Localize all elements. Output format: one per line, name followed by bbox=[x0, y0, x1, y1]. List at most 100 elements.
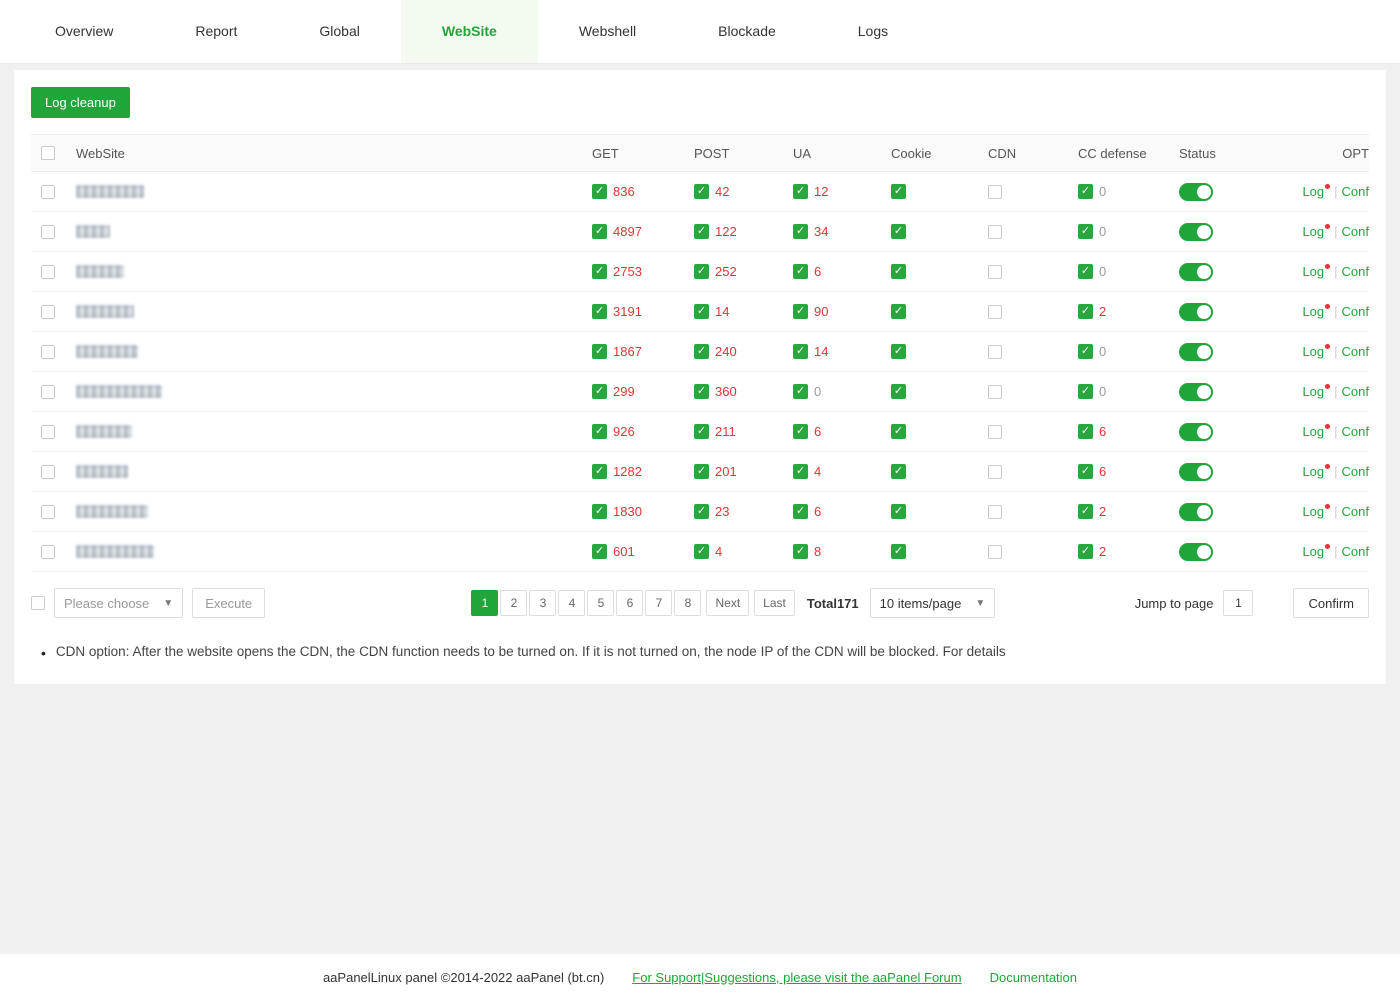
row-checkbox[interactable] bbox=[41, 225, 55, 239]
ua-check-icon[interactable]: ✓ bbox=[793, 184, 808, 199]
tab-report[interactable]: Report bbox=[154, 0, 278, 63]
cdn-checkbox[interactable] bbox=[988, 185, 1002, 199]
post-check-icon[interactable]: ✓ bbox=[694, 384, 709, 399]
conf-link[interactable]: Conf bbox=[1342, 504, 1369, 519]
status-toggle[interactable] bbox=[1179, 183, 1213, 201]
row-checkbox[interactable] bbox=[41, 185, 55, 199]
row-checkbox[interactable] bbox=[41, 465, 55, 479]
row-checkbox[interactable] bbox=[41, 265, 55, 279]
get-check-icon[interactable]: ✓ bbox=[592, 304, 607, 319]
conf-link[interactable]: Conf bbox=[1342, 464, 1369, 479]
cookie-check-icon[interactable]: ✓ bbox=[891, 344, 906, 359]
row-checkbox[interactable] bbox=[41, 545, 55, 559]
ua-check-icon[interactable]: ✓ bbox=[793, 264, 808, 279]
conf-link[interactable]: Conf bbox=[1342, 424, 1369, 439]
jump-to-page-input[interactable] bbox=[1223, 590, 1253, 616]
execute-button[interactable]: Execute bbox=[192, 588, 265, 618]
conf-link[interactable]: Conf bbox=[1342, 184, 1369, 199]
tab-global[interactable]: Global bbox=[278, 0, 400, 63]
get-check-icon[interactable]: ✓ bbox=[592, 424, 607, 439]
post-check-icon[interactable]: ✓ bbox=[694, 304, 709, 319]
cc-defense-check-icon[interactable]: ✓ bbox=[1078, 304, 1093, 319]
cc-defense-check-icon[interactable]: ✓ bbox=[1078, 504, 1093, 519]
select-all-checkbox[interactable] bbox=[41, 146, 55, 160]
cdn-checkbox[interactable] bbox=[988, 345, 1002, 359]
ua-check-icon[interactable]: ✓ bbox=[793, 384, 808, 399]
cc-defense-check-icon[interactable]: ✓ bbox=[1078, 224, 1093, 239]
cdn-checkbox[interactable] bbox=[988, 545, 1002, 559]
post-check-icon[interactable]: ✓ bbox=[694, 464, 709, 479]
conf-link[interactable]: Conf bbox=[1342, 264, 1369, 279]
log-link[interactable]: Log bbox=[1302, 544, 1330, 559]
cdn-checkbox[interactable] bbox=[988, 505, 1002, 519]
page-number-button[interactable]: 1 bbox=[471, 590, 498, 616]
conf-link[interactable]: Conf bbox=[1342, 224, 1369, 239]
cookie-check-icon[interactable]: ✓ bbox=[891, 304, 906, 319]
conf-link[interactable]: Conf bbox=[1342, 384, 1369, 399]
status-toggle[interactable] bbox=[1179, 503, 1213, 521]
row-checkbox[interactable] bbox=[41, 425, 55, 439]
page-number-button[interactable]: 6 bbox=[616, 590, 643, 616]
ua-check-icon[interactable]: ✓ bbox=[793, 424, 808, 439]
cookie-check-icon[interactable]: ✓ bbox=[891, 464, 906, 479]
conf-link[interactable]: Conf bbox=[1342, 344, 1369, 359]
page-number-button[interactable]: 4 bbox=[558, 590, 585, 616]
ua-check-icon[interactable]: ✓ bbox=[793, 224, 808, 239]
cc-defense-check-icon[interactable]: ✓ bbox=[1078, 384, 1093, 399]
next-page-button[interactable]: Next bbox=[706, 590, 749, 616]
post-check-icon[interactable]: ✓ bbox=[694, 504, 709, 519]
tab-blockade[interactable]: Blockade bbox=[677, 0, 817, 63]
status-toggle[interactable] bbox=[1179, 223, 1213, 241]
conf-link[interactable]: Conf bbox=[1342, 304, 1369, 319]
bulk-select-checkbox[interactable] bbox=[31, 596, 45, 610]
log-link[interactable]: Log bbox=[1302, 344, 1330, 359]
tab-logs[interactable]: Logs bbox=[817, 0, 929, 63]
log-link[interactable]: Log bbox=[1302, 224, 1330, 239]
cdn-checkbox[interactable] bbox=[988, 465, 1002, 479]
conf-link[interactable]: Conf bbox=[1342, 544, 1369, 559]
cookie-check-icon[interactable]: ✓ bbox=[891, 504, 906, 519]
get-check-icon[interactable]: ✓ bbox=[592, 224, 607, 239]
row-checkbox[interactable] bbox=[41, 385, 55, 399]
get-check-icon[interactable]: ✓ bbox=[592, 184, 607, 199]
post-check-icon[interactable]: ✓ bbox=[694, 344, 709, 359]
cookie-check-icon[interactable]: ✓ bbox=[891, 544, 906, 559]
row-checkbox[interactable] bbox=[41, 345, 55, 359]
log-link[interactable]: Log bbox=[1302, 304, 1330, 319]
get-check-icon[interactable]: ✓ bbox=[592, 544, 607, 559]
cc-defense-check-icon[interactable]: ✓ bbox=[1078, 544, 1093, 559]
get-check-icon[interactable]: ✓ bbox=[592, 464, 607, 479]
status-toggle[interactable] bbox=[1179, 463, 1213, 481]
cookie-check-icon[interactable]: ✓ bbox=[891, 264, 906, 279]
support-forum-link[interactable]: For Support|Suggestions, please visit th… bbox=[632, 970, 961, 985]
cookie-check-icon[interactable]: ✓ bbox=[891, 384, 906, 399]
post-check-icon[interactable]: ✓ bbox=[694, 184, 709, 199]
cdn-checkbox[interactable] bbox=[988, 385, 1002, 399]
post-check-icon[interactable]: ✓ bbox=[694, 264, 709, 279]
ua-check-icon[interactable]: ✓ bbox=[793, 304, 808, 319]
tab-website[interactable]: WebSite bbox=[401, 0, 538, 63]
cc-defense-check-icon[interactable]: ✓ bbox=[1078, 464, 1093, 479]
row-checkbox[interactable] bbox=[41, 305, 55, 319]
ua-check-icon[interactable]: ✓ bbox=[793, 504, 808, 519]
cookie-check-icon[interactable]: ✓ bbox=[891, 424, 906, 439]
status-toggle[interactable] bbox=[1179, 263, 1213, 281]
cdn-checkbox[interactable] bbox=[988, 305, 1002, 319]
get-check-icon[interactable]: ✓ bbox=[592, 504, 607, 519]
post-check-icon[interactable]: ✓ bbox=[694, 224, 709, 239]
page-number-button[interactable]: 8 bbox=[674, 590, 701, 616]
cdn-checkbox[interactable] bbox=[988, 425, 1002, 439]
status-toggle[interactable] bbox=[1179, 343, 1213, 361]
cookie-check-icon[interactable]: ✓ bbox=[891, 184, 906, 199]
log-link[interactable]: Log bbox=[1302, 464, 1330, 479]
post-check-icon[interactable]: ✓ bbox=[694, 424, 709, 439]
cdn-checkbox[interactable] bbox=[988, 265, 1002, 279]
confirm-button[interactable]: Confirm bbox=[1293, 588, 1369, 618]
status-toggle[interactable] bbox=[1179, 423, 1213, 441]
page-number-button[interactable]: 3 bbox=[529, 590, 556, 616]
cc-defense-check-icon[interactable]: ✓ bbox=[1078, 424, 1093, 439]
cookie-check-icon[interactable]: ✓ bbox=[891, 224, 906, 239]
log-link[interactable]: Log bbox=[1302, 184, 1330, 199]
log-link[interactable]: Log bbox=[1302, 264, 1330, 279]
row-checkbox[interactable] bbox=[41, 505, 55, 519]
